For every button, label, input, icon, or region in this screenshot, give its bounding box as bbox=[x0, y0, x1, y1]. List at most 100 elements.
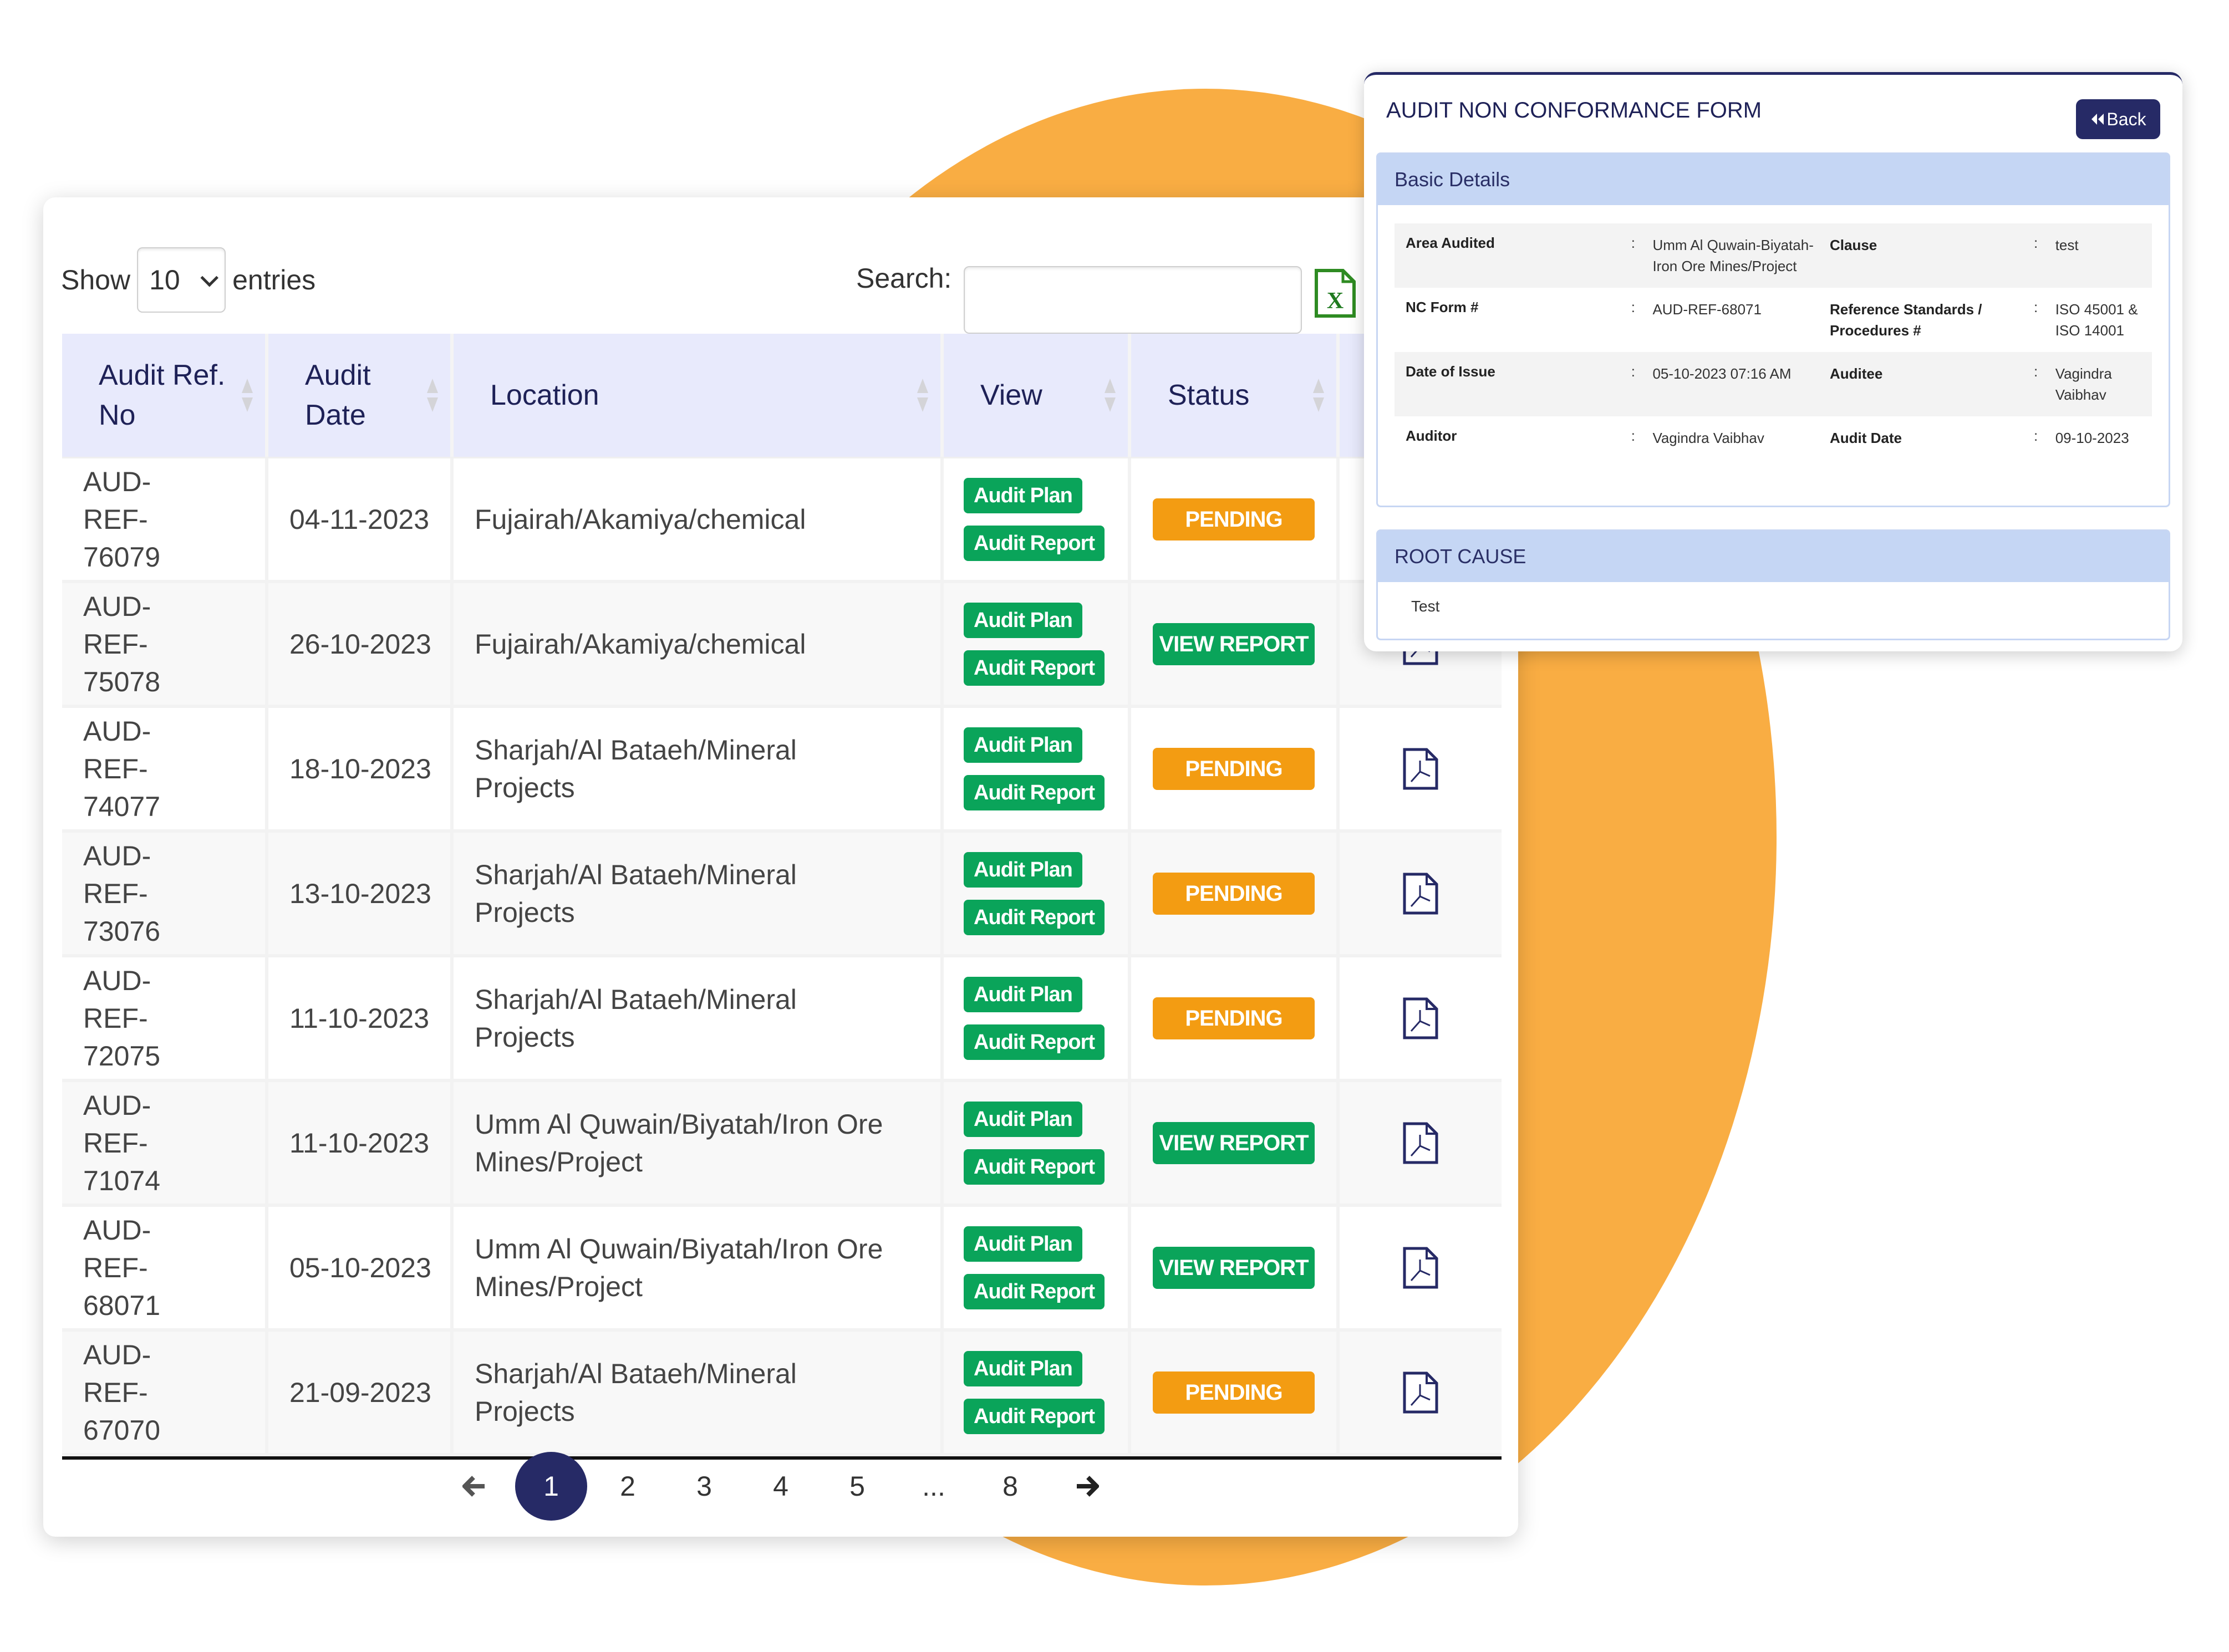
page-button[interactable]: 3 bbox=[666, 1470, 742, 1502]
audit-report-button[interactable]: Audit Report bbox=[964, 1273, 1105, 1309]
page-button[interactable]: 8 bbox=[972, 1470, 1049, 1502]
status-cell: PENDING bbox=[1131, 833, 1340, 954]
detail-row: NC Form #: AUD-REF-68071 Reference Standar… bbox=[1395, 288, 2152, 352]
page-button[interactable]: 1 bbox=[515, 1452, 587, 1521]
page-button[interactable]: 2 bbox=[589, 1470, 666, 1502]
next-page-button[interactable] bbox=[1049, 1475, 1125, 1497]
search-input[interactable] bbox=[964, 266, 1302, 334]
column-label: Status bbox=[1168, 379, 1250, 411]
audit-plan-button[interactable]: Audit Plan bbox=[964, 1350, 1082, 1386]
detail-separator: : bbox=[1631, 299, 1635, 315]
column-header-audit-ref[interactable]: Audit Ref. No bbox=[62, 334, 268, 457]
double-chevron-left-icon bbox=[2091, 114, 2104, 125]
audit-plan-button[interactable]: Audit Plan bbox=[964, 602, 1082, 638]
audit-plan-button[interactable]: Audit Plan bbox=[964, 1101, 1082, 1137]
location: Umm Al Quwain/Biyatah/Iron Ore Mines/Pro… bbox=[475, 1108, 883, 1177]
detail-row: Area Audited: Umm Al Quwain-Biyatah-Iron … bbox=[1395, 223, 2152, 288]
page-ellipsis: ... bbox=[922, 1471, 945, 1502]
audit-plan-button[interactable]: Audit Plan bbox=[964, 727, 1082, 763]
status-badge: PENDING bbox=[1153, 997, 1315, 1039]
pdf-icon[interactable] bbox=[1402, 872, 1439, 915]
svg-text:X: X bbox=[1327, 288, 1343, 314]
prev-page-button[interactable] bbox=[436, 1475, 513, 1497]
audit-table: Audit Ref. No Audit Date Location View S… bbox=[62, 334, 1502, 1460]
audit-report-button[interactable]: Audit Report bbox=[964, 650, 1105, 686]
basic-details-heading: Basic Details bbox=[1378, 154, 2169, 205]
location-cell: Fujairah/Akamiya/chemical bbox=[454, 583, 944, 705]
table-controls: Show 10 entries Search: X bbox=[61, 232, 1518, 334]
column-header-status[interactable]: Status bbox=[1131, 334, 1340, 457]
audit-date-cell: 05-10-2023 bbox=[268, 1207, 454, 1328]
back-label: Back bbox=[2106, 109, 2146, 129]
status-badge[interactable]: VIEW REPORT bbox=[1153, 1121, 1315, 1164]
detail-value: Vagindra Vaibhav bbox=[2055, 365, 2112, 403]
detail-value: ISO 45001 & ISO 14001 bbox=[2055, 301, 2138, 339]
table-row: AUD-REF-71074 11-10-2023 Umm Al Quwain/Biy… bbox=[62, 1082, 1502, 1207]
column-label: Location bbox=[490, 379, 599, 411]
table-row: AUD-REF-75078 26-10-2023 Fujairah/Akamiya/… bbox=[62, 583, 1502, 708]
pdf-icon[interactable] bbox=[1402, 1246, 1439, 1289]
panel-title: AUDIT NON CONFORMANCE FORM bbox=[1386, 98, 1762, 123]
location-cell: Sharjah/Al Bataeh/Mineral Projects bbox=[454, 833, 944, 954]
audit-ref: AUD-REF-73076 bbox=[83, 840, 161, 947]
table-row: AUD-REF-68071 05-10-2023 Umm Al Quwain/Biy… bbox=[62, 1207, 1502, 1332]
audit-plan-button[interactable]: Audit Plan bbox=[964, 477, 1082, 513]
column-label: Audit Date bbox=[305, 359, 371, 431]
status-badge[interactable]: VIEW REPORT bbox=[1153, 623, 1315, 665]
page-button[interactable]: 5 bbox=[819, 1470, 895, 1502]
pagination: 1 2 3 4 5... 8 bbox=[43, 1450, 1518, 1522]
location: Umm Al Quwain/Biyatah/Iron Ore Mines/Pro… bbox=[475, 1233, 883, 1302]
view-cell: Audit Plan Audit Report bbox=[944, 1082, 1131, 1204]
entries-label: entries bbox=[232, 264, 316, 295]
audit-ref-cell: AUD-REF-68071 bbox=[62, 1207, 268, 1328]
table-row: AUD-REF-73076 13-10-2023 Sharjah/Al Bataeh… bbox=[62, 833, 1502, 957]
detail-key: Auditee bbox=[1829, 365, 1883, 382]
audit-date-cell: 21-09-2023 bbox=[268, 1332, 454, 1453]
audit-report-button[interactable]: Audit Report bbox=[964, 525, 1105, 561]
status-badge: PENDING bbox=[1153, 872, 1315, 915]
details-list: Area Audited: Umm Al Quwain-Biyatah-Iron … bbox=[1395, 223, 2152, 460]
audit-ref: AUD-REF-67070 bbox=[83, 1339, 161, 1446]
audit-plan-button[interactable]: Audit Plan bbox=[964, 1226, 1082, 1262]
audit-date-cell: 18-10-2023 bbox=[268, 708, 454, 829]
root-cause-heading: ROOT CAUSE bbox=[1378, 531, 2169, 582]
pdf-icon[interactable] bbox=[1402, 1121, 1439, 1165]
detail-key: Audit Date bbox=[1829, 430, 1902, 446]
pdf-icon[interactable] bbox=[1402, 997, 1439, 1040]
pdf-icon[interactable] bbox=[1402, 747, 1439, 791]
detail-separator: : bbox=[2033, 234, 2038, 251]
download-cell bbox=[1340, 1332, 1502, 1453]
audit-plan-button[interactable]: Audit Plan bbox=[964, 852, 1082, 888]
page-list: 1 2 3 4 5... 8 bbox=[513, 1452, 1049, 1521]
excel-icon[interactable]: X bbox=[1314, 268, 1356, 318]
status-badge[interactable]: VIEW REPORT bbox=[1153, 1246, 1315, 1289]
status-badge: PENDING bbox=[1153, 1371, 1315, 1414]
back-button[interactable]: Back bbox=[2076, 99, 2160, 139]
table-row: AUD-REF-67070 21-09-2023 Sharjah/Al Bataeh… bbox=[62, 1332, 1502, 1456]
audit-report-button[interactable]: Audit Report bbox=[964, 1149, 1105, 1185]
detail-value: 05-10-2023 07:16 AM bbox=[1652, 365, 1792, 382]
status-cell: VIEW REPORT bbox=[1131, 1082, 1340, 1204]
column-header-view[interactable]: View bbox=[944, 334, 1131, 457]
audit-plan-button[interactable]: Audit Plan bbox=[964, 976, 1082, 1012]
download-cell bbox=[1340, 1207, 1502, 1328]
view-cell: Audit Plan Audit Report bbox=[944, 708, 1131, 829]
audit-report-button[interactable]: Audit Report bbox=[964, 774, 1105, 810]
pdf-icon[interactable] bbox=[1402, 1371, 1439, 1414]
detail-separator: : bbox=[1631, 234, 1635, 251]
arrow-right-icon bbox=[1077, 1476, 1099, 1497]
detail-separator: : bbox=[2033, 363, 2038, 380]
column-header-audit-date[interactable]: Audit Date bbox=[268, 334, 454, 457]
location-cell: Sharjah/Al Bataeh/Mineral Projects bbox=[454, 708, 944, 829]
entries-select[interactable]: 10 bbox=[137, 247, 226, 313]
audit-report-button[interactable]: Audit Report bbox=[964, 1024, 1105, 1060]
audit-report-button[interactable]: Audit Report bbox=[964, 1398, 1105, 1434]
column-header-location[interactable]: Location bbox=[454, 334, 944, 457]
column-label: View bbox=[980, 379, 1042, 411]
download-cell bbox=[1340, 1082, 1502, 1204]
detail-key: Reference Standards / Procedures # bbox=[1829, 301, 1982, 339]
detail-value: test bbox=[2055, 237, 2079, 253]
page-button[interactable]: 4 bbox=[742, 1470, 819, 1502]
audit-report-button[interactable]: Audit Report bbox=[964, 899, 1105, 935]
location: Sharjah/Al Bataeh/Mineral Projects bbox=[475, 734, 797, 803]
